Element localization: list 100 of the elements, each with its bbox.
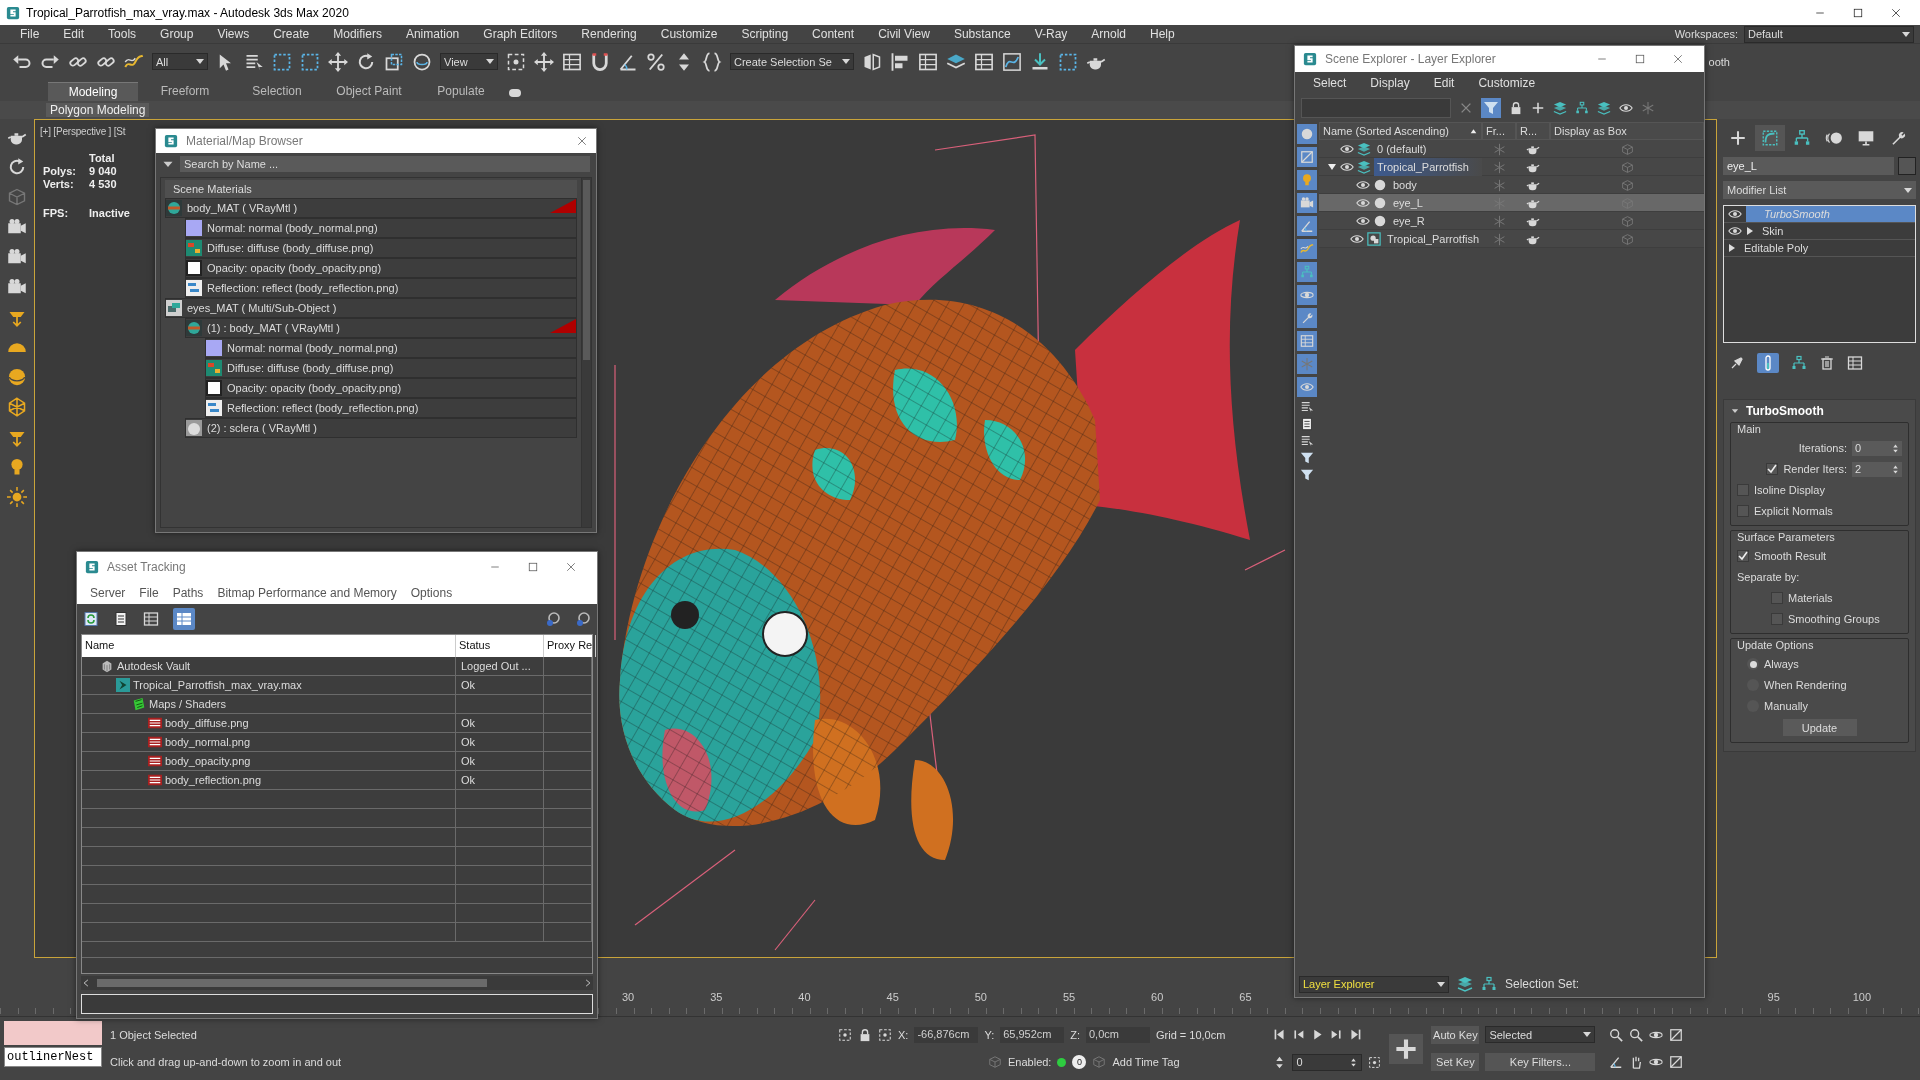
menu-item[interactable]: Customize	[1466, 76, 1548, 90]
checkbox[interactable]	[1737, 505, 1749, 517]
end-result-button[interactable]	[1757, 353, 1779, 373]
clear-icon[interactable]	[1459, 101, 1473, 115]
asset-name[interactable]: body_normal.png	[165, 736, 250, 748]
tree-item-label[interactable]: Tropical_Parrotfish	[1374, 158, 1482, 176]
tree-row[interactable]: eye_L	[1319, 194, 1704, 212]
target-icon[interactable]	[878, 1027, 892, 1042]
percent-icon[interactable]	[646, 51, 666, 72]
menu-item[interactable]: Options	[403, 586, 460, 600]
search-field[interactable]: Search by Name ...	[180, 156, 590, 172]
menu-item[interactable]: Arnold	[1079, 27, 1138, 41]
layers-icon[interactable]	[1457, 976, 1473, 992]
material-row[interactable]: (1) : body_MAT ( VRayMtl )	[185, 318, 577, 338]
key-mode-dropdown[interactable]: Selected	[1485, 1026, 1596, 1044]
expand-triangle-icon[interactable]	[1327, 162, 1337, 172]
eye-icon[interactable]	[1619, 101, 1633, 115]
filter-icon[interactable]	[1300, 468, 1314, 482]
material-row[interactable]: Diffuse: diffuse (body_diffuse.png)	[205, 358, 577, 378]
tree-row[interactable]: 0 (default)	[1319, 140, 1704, 158]
filter-toggle-icon[interactable]	[1300, 173, 1314, 187]
coord-field[interactable]: 0,0cm	[1086, 1026, 1150, 1043]
grid-icon[interactable]	[562, 51, 582, 72]
selection-filter-dropdown[interactable]: All	[152, 53, 208, 70]
material-row[interactable]: Reflection: reflect (body_reflection.png)	[205, 398, 577, 418]
filter-toggle-icon[interactable]	[1300, 127, 1314, 141]
curve-icon[interactable]	[1002, 51, 1022, 72]
sphere-icon[interactable]	[412, 51, 432, 72]
eye-icon[interactable]	[1728, 224, 1742, 238]
menu-item[interactable]: Modifiers	[321, 27, 394, 41]
layers-icon[interactable]	[1553, 101, 1567, 115]
search-field[interactable]	[1301, 98, 1451, 118]
maximize-icon[interactable]	[527, 561, 539, 573]
spinner-field[interactable]: 0	[1852, 440, 1902, 456]
asset-name[interactable]: Tropical_Parrotfish_max_vray.max	[133, 679, 302, 691]
menu-item[interactable]: V-Ray	[1022, 27, 1080, 41]
asset-name[interactable]: Autodesk Vault	[117, 660, 191, 672]
pivot-icon[interactable]	[506, 51, 526, 72]
menu-item[interactable]: Rendering	[569, 27, 649, 41]
close-icon[interactable]	[576, 135, 588, 147]
ribbon-tab[interactable]: Freeform	[140, 82, 230, 101]
skip-start-icon[interactable]	[1273, 1028, 1287, 1042]
viewport-label[interactable]: [+] [Perspective ] [St	[40, 126, 126, 137]
ribbon-tab[interactable]: Object Paint	[324, 82, 414, 101]
trash-icon[interactable]	[1819, 355, 1835, 371]
ribbon-tab[interactable]: Populate	[416, 82, 506, 101]
layers-icon[interactable]	[1597, 101, 1611, 115]
next-frame-icon[interactable]	[1330, 1028, 1344, 1042]
close-icon[interactable]	[1672, 53, 1684, 65]
help-icon[interactable]	[575, 611, 591, 627]
checkbox[interactable]	[1766, 463, 1779, 475]
filter-icon[interactable]	[1300, 451, 1314, 465]
menu-item[interactable]: Substance	[941, 27, 1023, 41]
ribbon-tab[interactable]: Selection	[232, 82, 322, 101]
material-row[interactable]: Opacity: opacity (body_opacity.png)	[185, 258, 577, 278]
download-icon[interactable]	[1030, 51, 1050, 72]
lock-icon[interactable]	[1509, 101, 1523, 115]
group-header[interactable]: Scene Materials	[165, 180, 577, 198]
add-time-tag-link[interactable]: Add Time Tag	[1112, 1056, 1180, 1069]
menu-item[interactable]: Edit	[51, 27, 97, 41]
zoom-all-icon[interactable]	[1629, 1027, 1644, 1042]
eye-icon[interactable]	[1356, 214, 1370, 228]
coord-field[interactable]: -66,876cm	[914, 1026, 979, 1043]
panel-tab[interactable]	[1755, 125, 1785, 151]
filter-toggle-icon[interactable]	[1300, 196, 1314, 210]
menu-item[interactable]: Server	[83, 586, 133, 600]
checkbox[interactable]	[1737, 484, 1749, 496]
checkbox[interactable]	[1771, 613, 1783, 625]
filter-toggle-icon[interactable]	[1300, 311, 1314, 325]
geosphere-icon[interactable]	[7, 397, 27, 417]
table-icon[interactable]	[974, 51, 994, 72]
table-view-icon[interactable]	[176, 611, 192, 627]
add-layer-icon[interactable]	[1531, 101, 1545, 115]
ribbon-tab[interactable]: Modeling	[48, 82, 138, 101]
filter-toggle-icon[interactable]	[1300, 380, 1314, 394]
scale-icon[interactable]	[384, 51, 404, 72]
material-row[interactable]: Reflection: reflect (body_reflection.png)	[185, 278, 577, 298]
explorer-mode-dropdown[interactable]: Layer Explorer	[1299, 975, 1449, 993]
mirror-icon[interactable]	[862, 51, 882, 72]
menu-item[interactable]: Customize	[648, 27, 730, 41]
menu-item[interactable]: Bitmap Performance and Memory	[210, 586, 404, 600]
auto-key-button[interactable]: Auto Key	[1431, 1025, 1480, 1044]
hierarchy-icon[interactable]	[1575, 101, 1589, 115]
object-name-field[interactable]: eye_L	[1723, 157, 1894, 175]
move-icon[interactable]	[328, 51, 348, 72]
eye-icon[interactable]	[1356, 178, 1370, 192]
scroll-right-icon[interactable]	[583, 978, 593, 988]
align-icon[interactable]	[890, 51, 910, 72]
column-header[interactable]: Name (Sorted Ascending)	[1319, 122, 1482, 140]
column-header[interactable]: R...	[1516, 122, 1550, 140]
asset-name[interactable]: body_opacity.png	[165, 755, 251, 767]
checkbox[interactable]	[1737, 550, 1749, 562]
frame-field[interactable]: 0	[1292, 1053, 1363, 1071]
ball-icon[interactable]	[7, 367, 27, 387]
tree-item-label[interactable]: Tropical_Parrotfish	[1384, 230, 1482, 248]
ribbon-panel-label[interactable]: Polygon Modeling	[46, 103, 150, 117]
listener-field[interactable]: outlinerNest	[4, 1047, 102, 1067]
magnet-icon[interactable]	[590, 51, 610, 72]
document-icon[interactable]	[1300, 417, 1314, 431]
dashed-square-icon[interactable]	[1058, 51, 1078, 72]
